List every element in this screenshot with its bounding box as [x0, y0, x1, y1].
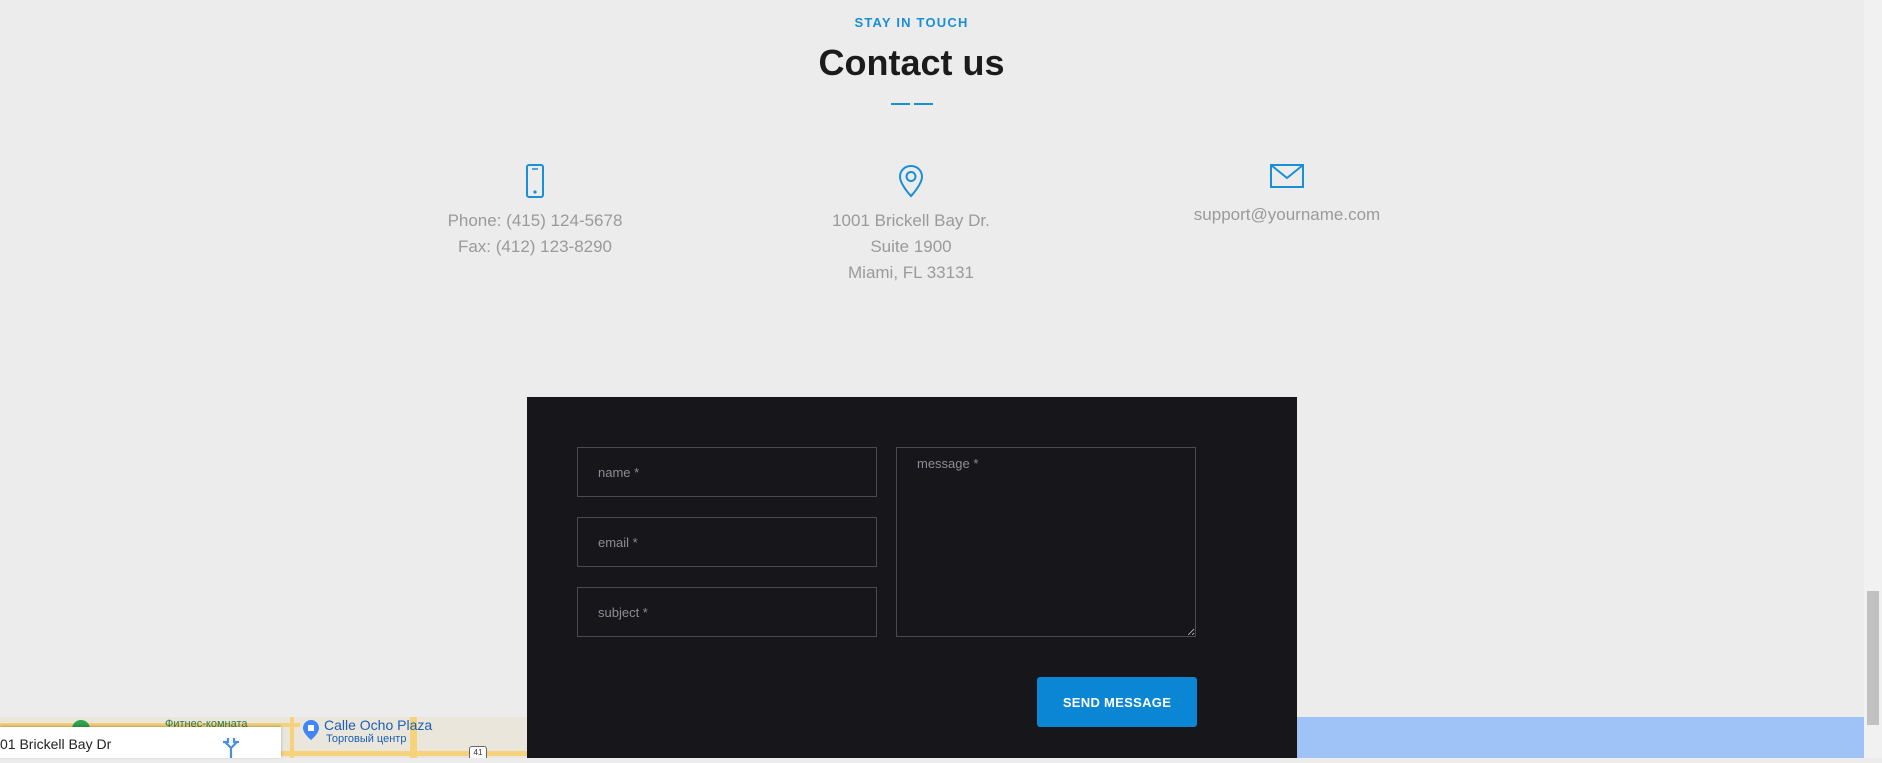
contact-phone-block: Phone: (415) 124-5678 Fax: (412) 123-829…	[385, 164, 685, 260]
contact-email-block: support@yourname.com	[1137, 164, 1437, 228]
page-scrollbar[interactable]	[1864, 0, 1882, 758]
map-label-plaza-sub: Торговый центр	[326, 733, 407, 745]
map-address-card[interactable]: 01 Brickell Bay Dr	[0, 727, 281, 758]
address-line-3: Miami, FL 33131	[848, 263, 974, 282]
section-eyebrow: STAY IN TOUCH	[854, 15, 969, 30]
subject-input[interactable]	[577, 587, 877, 637]
send-message-button[interactable]: SEND MESSAGE	[1037, 677, 1197, 727]
message-textarea[interactable]	[896, 447, 1196, 637]
location-pin-icon	[761, 164, 1061, 200]
envelope-icon	[1137, 164, 1437, 194]
mobile-phone-icon	[385, 164, 685, 200]
shopping-bag-pin-icon[interactable]	[302, 719, 320, 746]
map-water	[1297, 717, 1864, 758]
fax-number: Fax: (412) 123-8290	[457, 237, 613, 256]
map-road	[290, 717, 294, 758]
scrollbar-thumb[interactable]	[1867, 591, 1879, 725]
address-line-2: Suite 1900	[870, 237, 952, 256]
section-title: Contact us	[818, 42, 1005, 83]
route-shield: 41	[469, 746, 487, 758]
title-divider	[891, 103, 933, 105]
phone-number: Phone: (415) 124-5678	[447, 211, 623, 230]
contact-address-block: 1001 Brickell Bay Dr. Suite 1900 Miami, …	[761, 164, 1061, 286]
map-label-plaza[interactable]: Calle Ocho Plaza	[324, 717, 432, 733]
name-input[interactable]	[577, 447, 877, 497]
contact-form: SEND MESSAGE	[527, 397, 1297, 758]
directions-icon[interactable]	[222, 737, 240, 763]
address-line-1: 1001 Brickell Bay Dr.	[832, 211, 990, 230]
email-address[interactable]: support@yourname.com	[1137, 202, 1437, 228]
map-card-address: 01 Brickell Bay Dr	[0, 736, 112, 752]
email-input[interactable]	[577, 517, 877, 567]
